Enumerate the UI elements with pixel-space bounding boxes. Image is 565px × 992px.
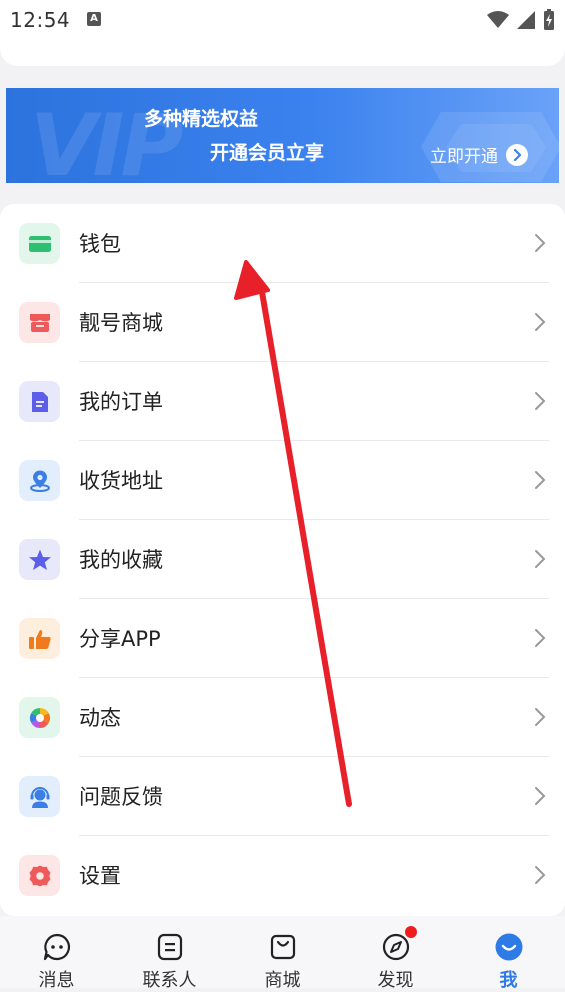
menu-list: 钱包 靓号商城 我的订单 收货地址 我的收藏 分享APP 动态 问题反馈 设置 xyxy=(0,204,565,916)
chevron-right-icon xyxy=(535,550,546,568)
order-document-icon xyxy=(19,381,60,422)
chevron-right-icon xyxy=(535,787,546,805)
battery-charging-icon xyxy=(544,9,554,30)
menu-item-label: 设置 xyxy=(79,864,121,888)
chevron-right-icon xyxy=(535,234,546,252)
wallet-icon xyxy=(19,223,60,264)
system-icons xyxy=(487,9,555,31)
chevron-right-icon xyxy=(535,629,546,647)
open-membership-label: 立即开通 xyxy=(430,147,498,167)
chevron-right-icon xyxy=(535,392,546,410)
chevron-right-icon xyxy=(535,866,546,884)
chevron-right-icon xyxy=(535,708,546,726)
menu-item-label: 靓号商城 xyxy=(79,311,163,335)
tab-discover[interactable]: 发现 xyxy=(339,916,452,991)
tab-label: 消息 xyxy=(38,970,75,991)
menu-item-label: 我的收藏 xyxy=(79,548,163,572)
tab-messages[interactable]: 消息 xyxy=(0,916,113,991)
menu-item-settings[interactable]: 设置 xyxy=(0,836,565,915)
star-icon xyxy=(19,539,60,580)
menu-item-share-app[interactable]: 分享APP xyxy=(0,599,565,678)
location-pin-icon xyxy=(19,460,60,501)
menu-item-label: 我的订单 xyxy=(79,390,163,414)
tab-label: 发现 xyxy=(377,970,414,991)
menu-item-feedback[interactable]: 问题反馈 xyxy=(0,757,565,836)
tab-label: 我 xyxy=(499,970,518,991)
gear-icon xyxy=(19,855,60,896)
tab-contacts[interactable]: 联系人 xyxy=(113,916,226,991)
menu-item-wallet[interactable]: 钱包 xyxy=(0,204,565,283)
menu-item-premium-number-shop[interactable]: 靓号商城 xyxy=(0,283,565,362)
tab-mall[interactable]: 商城 xyxy=(226,916,339,991)
wifi-icon xyxy=(487,11,509,28)
chevron-right-icon xyxy=(535,471,546,489)
banner-subheadline: 开通会员立享 xyxy=(210,142,325,164)
open-membership-button[interactable]: 立即开通 xyxy=(430,142,528,167)
menu-item-shipping-address[interactable]: 收货地址 xyxy=(0,441,565,520)
menu-item-label: 收货地址 xyxy=(79,469,163,493)
arrow-right-circle-icon xyxy=(506,143,528,166)
banner-headline: 多种精选权益 xyxy=(144,108,259,130)
cellular-signal-icon xyxy=(517,11,535,29)
chevron-right-icon xyxy=(535,313,546,331)
status-time: 12:54 xyxy=(10,8,71,32)
contacts-icon xyxy=(157,933,182,961)
menu-item-moments[interactable]: 动态 xyxy=(0,678,565,757)
notification-badge xyxy=(405,926,417,938)
menu-item-label: 分享APP xyxy=(79,627,161,651)
thumbs-up-icon xyxy=(19,618,60,659)
menu-item-label: 钱包 xyxy=(79,232,121,256)
profile-card-bottom xyxy=(0,40,565,66)
menu-item-my-favorites[interactable]: 我的收藏 xyxy=(0,520,565,599)
menu-item-label: 问题反馈 xyxy=(79,785,163,809)
aperture-icon xyxy=(19,697,60,738)
smile-profile-icon xyxy=(495,933,522,961)
tab-label: 联系人 xyxy=(142,970,197,991)
status-bar: 12:54 A xyxy=(0,0,565,40)
chat-bubble-icon xyxy=(43,933,70,961)
bottom-tab-bar: 消息 联系人 商城 发现 我 xyxy=(0,916,565,991)
shopping-bag-icon xyxy=(270,934,295,960)
vip-banner[interactable]: VIP 多种精选权益 开通会员立享 立即开通 xyxy=(6,88,559,183)
tab-label: 商城 xyxy=(264,970,301,991)
support-agent-icon xyxy=(19,776,60,817)
notification-app-icon: A xyxy=(87,12,101,26)
compass-icon xyxy=(382,933,409,961)
menu-item-label: 动态 xyxy=(79,706,121,730)
menu-item-my-orders[interactable]: 我的订单 xyxy=(0,362,565,441)
shop-icon xyxy=(19,302,60,343)
tab-me[interactable]: 我 xyxy=(452,916,565,991)
